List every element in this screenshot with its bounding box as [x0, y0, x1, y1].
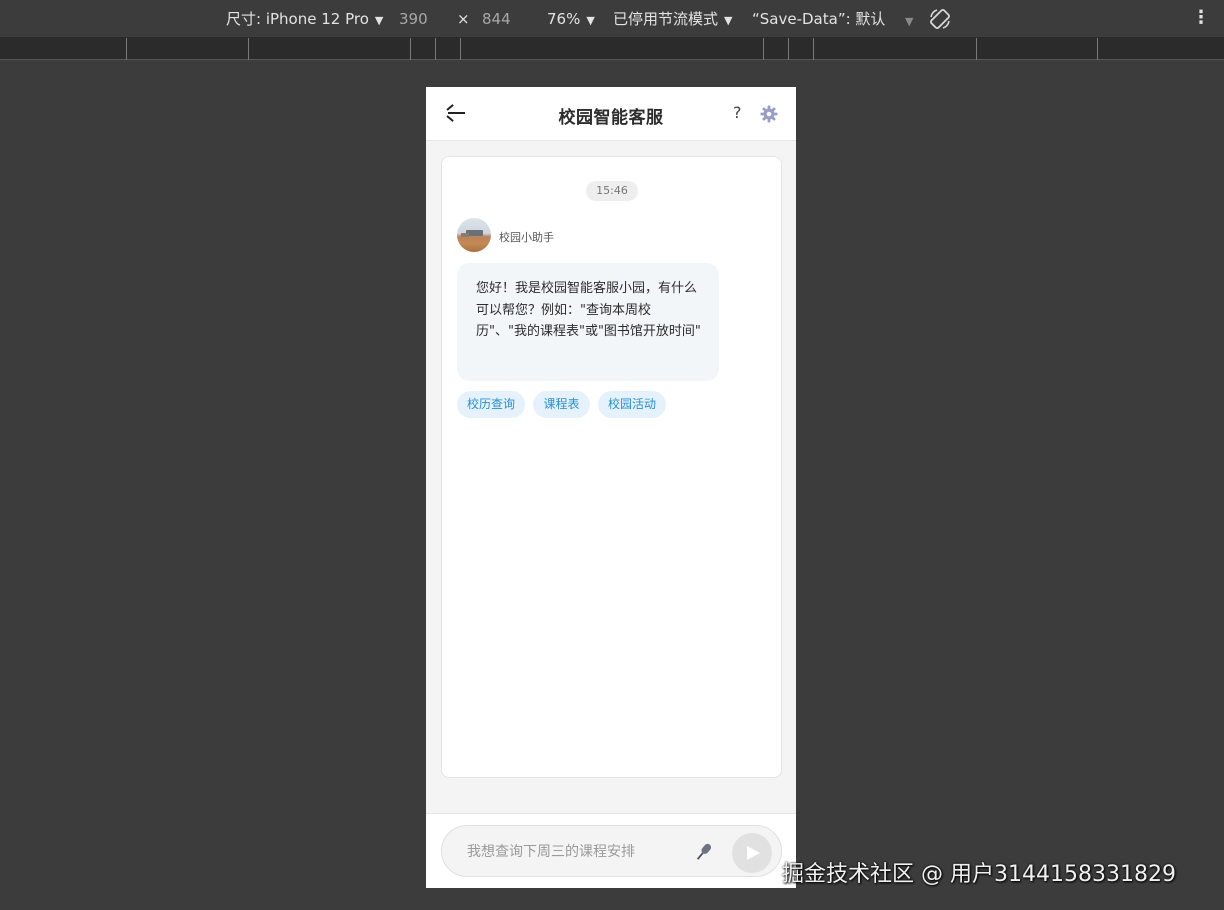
microphone-icon[interactable] — [693, 841, 713, 863]
bot-name: 校园小助手 — [499, 231, 554, 244]
watermark: 掘金技术社区 @ 用户3144158331829 — [782, 862, 1176, 887]
dimension-separator: × — [457, 10, 470, 28]
save-data-chevron-icon[interactable]: ▼ — [905, 12, 913, 32]
bot-avatar — [457, 218, 491, 252]
chip-course-schedule[interactable]: 课程表 — [533, 391, 590, 418]
rotate-icon[interactable] — [928, 7, 952, 36]
save-data-label: “Save-Data”: 默认 — [752, 10, 886, 28]
ruler-divider[interactable] — [435, 38, 436, 60]
help-icon[interactable]: ? — [733, 103, 742, 122]
zoom-selector[interactable]: 76% ▼ — [547, 9, 595, 31]
width-input[interactable]: 390 — [399, 9, 428, 29]
device-selector[interactable]: 尺寸: iPhone 12 Pro ▼ — [226, 9, 383, 31]
chip-campus-activities[interactable]: 校园活动 — [598, 391, 666, 418]
save-data-selector[interactable]: “Save-Data”: 默认 — [752, 9, 885, 29]
app-header: 校园智能客服 ? — [426, 87, 796, 141]
device-label: 尺寸: iPhone 12 Pro — [226, 10, 369, 28]
ruler-divider[interactable] — [460, 38, 461, 60]
send-icon — [747, 846, 760, 860]
message-input[interactable] — [467, 841, 677, 863]
chevron-down-icon: ▼ — [586, 14, 595, 27]
ruler-divider[interactable] — [763, 38, 764, 60]
gear-icon[interactable] — [759, 104, 779, 124]
ruler-divider[interactable] — [976, 38, 977, 60]
throttle-selector[interactable]: 已停用节流模式 ▼ — [613, 9, 732, 31]
chevron-down-icon: ▼ — [724, 14, 733, 27]
send-button[interactable] — [732, 833, 772, 873]
more-options-icon[interactable]: ⋮ — [1192, 8, 1210, 28]
chat-panel: 15:46 校园小助手 您好！我是校园智能客服小园，有什么可以帮您？例如："查询… — [441, 156, 782, 778]
message-input-wrapper — [441, 825, 782, 877]
phone-viewport: 校园智能客服 ? 15:46 校园小助手 您好！我是校园智能客服小园，有什么可以… — [426, 87, 796, 888]
zoom-label: 76% — [547, 10, 581, 28]
ruler-divider[interactable] — [1097, 38, 1098, 60]
devtools-toolbar: 尺寸: iPhone 12 Pro ▼ 390 × 844 76% ▼ 已停用节流模… — [0, 0, 1224, 38]
input-bar — [426, 813, 796, 888]
ruler-divider[interactable] — [410, 38, 411, 60]
chip-calendar-query[interactable]: 校历查询 — [457, 391, 525, 418]
throttle-label: 已停用节流模式 — [613, 10, 719, 28]
chevron-down-icon: ▼ — [374, 14, 384, 27]
ruler-divider[interactable] — [126, 38, 127, 60]
ruler-divider[interactable] — [248, 38, 249, 60]
ruler-divider[interactable] — [813, 38, 814, 60]
height-input[interactable]: 844 — [482, 9, 511, 29]
ruler-divider[interactable] — [788, 38, 789, 60]
bot-message-bubble: 您好！我是校园智能客服小园，有什么可以帮您？例如："查询本周校历"、"我的课程表… — [457, 263, 719, 381]
message-timestamp: 15:46 — [586, 181, 638, 201]
media-query-ruler — [0, 38, 1224, 60]
